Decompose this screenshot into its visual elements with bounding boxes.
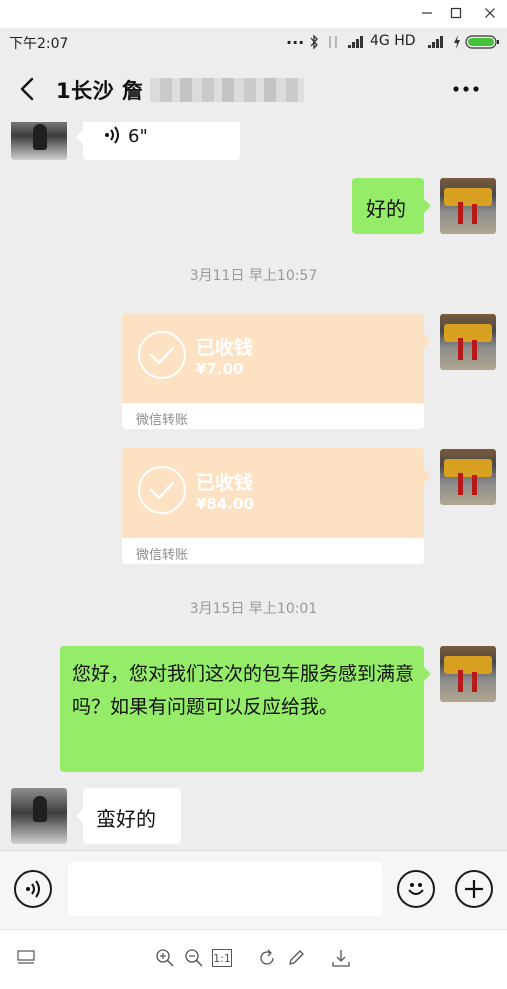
input-bar	[0, 850, 507, 929]
transfer-card[interactable]: 已收钱 ¥84.00 微信转账	[122, 448, 424, 564]
my-avatar[interactable]	[440, 646, 496, 702]
window-titlebar	[0, 0, 507, 29]
my-avatar[interactable]	[440, 314, 496, 370]
contact-avatar[interactable]	[11, 122, 67, 160]
transfer-card[interactable]: 已收钱 ¥7.00 微信转账	[122, 313, 424, 429]
emoji-icon[interactable]	[397, 870, 435, 908]
thumbnails-icon[interactable]	[15, 947, 37, 969]
battery-icon	[465, 35, 501, 53]
bubble-tail	[424, 469, 431, 483]
timestamp: 3月11日 早上10:57	[189, 268, 318, 284]
more-icon[interactable]	[452, 81, 482, 97]
voice-mode-icon[interactable]	[14, 870, 52, 908]
data-arrows-icon	[326, 34, 340, 54]
zoom-out-icon[interactable]	[183, 947, 205, 969]
actual-size-label: 1:1	[213, 951, 231, 965]
redacted-name	[150, 78, 304, 102]
message-reply[interactable]: 蛮好的	[83, 788, 181, 844]
transfer-label: 微信转账	[136, 548, 189, 563]
status-bar: 下午2:07 ... 4G HD	[0, 28, 507, 56]
chat-header: 1长沙 詹	[0, 56, 507, 123]
message-text: 您好，您对我们这次的包车服务感到满意吗？如果有问题可以反应给我。	[72, 663, 415, 718]
my-avatar[interactable]	[440, 178, 496, 234]
status-time: 下午2:07	[9, 36, 69, 52]
message-survey[interactable]: 您好，您对我们这次的包车服务感到满意吗？如果有问题可以反应给我。	[60, 646, 424, 772]
my-avatar[interactable]	[440, 449, 496, 505]
bubble-tail	[76, 809, 83, 823]
minimize-icon[interactable]	[415, 2, 439, 24]
message-text: 蛮好的	[96, 807, 156, 831]
close-icon[interactable]	[478, 2, 502, 24]
bubble-tail	[424, 199, 431, 213]
maximize-icon[interactable]	[444, 2, 468, 24]
signal-icon	[428, 36, 446, 52]
message-input[interactable]	[68, 862, 382, 916]
download-icon[interactable]	[330, 947, 352, 969]
back-icon[interactable]	[16, 76, 40, 102]
chat-area[interactable]: 6" 好的 3月11日 早上10:57 已收钱 ¥7.00 微信转账 已收钱 ¥…	[0, 122, 507, 850]
transfer-amount: ¥7.00	[196, 360, 244, 378]
contact-avatar[interactable]	[11, 788, 67, 844]
transfer-status: 已收钱	[196, 337, 254, 359]
bubble-tail	[424, 667, 431, 681]
zoom-in-icon[interactable]	[154, 947, 176, 969]
message-ok[interactable]: 好的	[352, 178, 424, 234]
timestamp: 3月15日 早上10:01	[189, 601, 318, 617]
plus-icon[interactable]	[455, 870, 493, 908]
status-dots: ...	[286, 29, 305, 48]
edit-icon[interactable]	[285, 947, 307, 969]
rotate-icon[interactable]	[256, 947, 278, 969]
network-type: 4G HD	[370, 33, 416, 49]
bubble-tail	[76, 130, 83, 144]
message-text: 好的	[366, 197, 406, 221]
voice-message[interactable]: 6"	[83, 122, 240, 160]
charging-icon	[452, 34, 462, 54]
bluetooth-icon	[309, 34, 319, 54]
bubble-tail	[424, 334, 431, 348]
transfer-label: 微信转账	[136, 413, 189, 428]
voice-icon	[103, 125, 121, 149]
transfer-amount: ¥84.00	[196, 495, 254, 513]
voice-duration: 6"	[128, 126, 148, 147]
actual-size-button[interactable]: 1:1	[212, 949, 232, 967]
transfer-status: 已收钱	[196, 472, 254, 494]
check-icon	[138, 466, 186, 514]
signal-icon	[348, 36, 366, 52]
check-icon	[138, 331, 186, 379]
viewer-toolbar: 1:1	[0, 929, 507, 989]
chat-title: 1长沙 詹	[56, 79, 144, 103]
